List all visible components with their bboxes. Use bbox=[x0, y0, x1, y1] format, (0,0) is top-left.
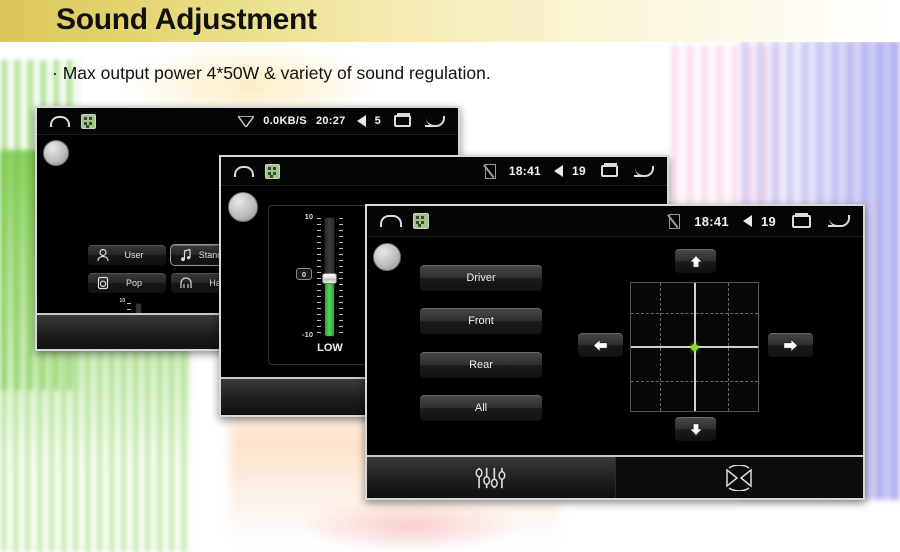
equalizer-sliders-icon bbox=[474, 465, 507, 491]
user-icon bbox=[96, 248, 110, 262]
volume-icon[interactable] bbox=[742, 215, 752, 227]
zone-button-driver[interactable]: Driver bbox=[419, 264, 543, 292]
recents-icon[interactable] bbox=[792, 212, 811, 228]
back-icon[interactable] bbox=[828, 215, 850, 227]
preset-label: Pop bbox=[125, 278, 142, 288]
bottom-tab-bar bbox=[367, 455, 863, 498]
volume-value: 19 bbox=[572, 164, 586, 178]
status-bar: 18:41 19 bbox=[367, 206, 863, 237]
eq-scale-max: 10 bbox=[119, 298, 125, 304]
rotary-knob[interactable] bbox=[43, 140, 69, 166]
sd-card-off-icon bbox=[669, 213, 681, 229]
zone-button-rear[interactable]: Rear bbox=[419, 351, 543, 379]
back-icon[interactable] bbox=[425, 115, 445, 127]
back-icon[interactable] bbox=[634, 165, 654, 177]
zone-button-all[interactable]: All bbox=[419, 394, 543, 422]
arrow-up-icon bbox=[688, 254, 704, 269]
rotary-knob[interactable] bbox=[373, 243, 401, 271]
zone-button-front[interactable]: Front bbox=[419, 307, 543, 335]
clock-text: 18:41 bbox=[694, 213, 729, 229]
page-title: Sound Adjustment bbox=[56, 3, 317, 36]
music-note-icon bbox=[179, 248, 193, 262]
apps-icon[interactable] bbox=[81, 113, 96, 129]
zone-label: Rear bbox=[469, 359, 493, 371]
device-screenshot-fader-balance: 18:41 19 Driver Front Rear All bbox=[365, 204, 865, 500]
balance-right-button[interactable] bbox=[767, 332, 814, 358]
home-icon[interactable] bbox=[234, 165, 254, 177]
balance-fader-icon bbox=[723, 464, 755, 491]
eq-slider-fill bbox=[325, 278, 334, 336]
volume-value: 5 bbox=[374, 115, 381, 127]
apps-icon[interactable] bbox=[265, 163, 280, 179]
preset-button-pop[interactable]: Pop bbox=[87, 272, 167, 294]
eq-scale-max: 10 bbox=[304, 212, 313, 221]
recents-icon[interactable] bbox=[601, 163, 618, 177]
tab-equalizer[interactable] bbox=[367, 457, 615, 498]
balance-position-dot[interactable] bbox=[691, 343, 698, 351]
arrow-down-icon bbox=[688, 422, 704, 437]
clock-text: 20:27 bbox=[315, 115, 346, 127]
tab-balance-fader[interactable] bbox=[614, 457, 863, 498]
arrow-right-icon bbox=[782, 338, 799, 353]
volume-icon[interactable] bbox=[356, 115, 366, 127]
zone-label: Front bbox=[468, 315, 494, 327]
fader-up-button[interactable] bbox=[674, 248, 717, 274]
home-icon[interactable] bbox=[380, 215, 402, 227]
eq-tick-marks-right bbox=[339, 218, 343, 335]
zone-label: Driver bbox=[466, 272, 496, 284]
preset-button-user[interactable]: User bbox=[87, 244, 167, 266]
balance-left-button[interactable] bbox=[577, 332, 624, 358]
speaker-icon bbox=[96, 276, 110, 290]
recents-icon[interactable] bbox=[394, 113, 411, 127]
volume-value: 19 bbox=[760, 213, 776, 229]
page-subtitle: · Max output power 4*50W & variety of so… bbox=[52, 63, 491, 83]
background-red-glow bbox=[300, 500, 520, 552]
apps-icon[interactable] bbox=[413, 213, 429, 229]
clock-text: 18:41 bbox=[508, 164, 542, 178]
eq-slider-track[interactable] bbox=[322, 217, 337, 337]
volume-icon[interactable] bbox=[554, 165, 564, 177]
home-icon[interactable] bbox=[50, 115, 70, 127]
eq-band-label: LOW bbox=[317, 342, 343, 354]
eq-scale-min: -10 bbox=[302, 330, 313, 339]
eq-slider-thumb[interactable] bbox=[322, 273, 337, 284]
eq-value-badge: 0 bbox=[296, 268, 312, 280]
eq-tick-marks-left bbox=[317, 218, 321, 335]
arrow-left-icon bbox=[592, 338, 609, 353]
status-bar: 18:41 19 bbox=[221, 157, 667, 186]
zone-label: All bbox=[474, 402, 488, 414]
preset-label: User bbox=[124, 250, 144, 260]
wifi-icon bbox=[238, 115, 255, 127]
status-bar: 0.0KB/S 20:27 5 bbox=[37, 108, 458, 135]
balance-grid[interactable] bbox=[630, 282, 759, 412]
sd-card-off-icon bbox=[484, 163, 496, 179]
rotary-knob[interactable] bbox=[228, 192, 258, 222]
network-speed-text: 0.0KB/S bbox=[263, 115, 307, 127]
fader-down-button[interactable] bbox=[674, 416, 717, 442]
page-header-bar: Sound Adjustment bbox=[0, 0, 900, 42]
hall-icon bbox=[179, 276, 193, 290]
